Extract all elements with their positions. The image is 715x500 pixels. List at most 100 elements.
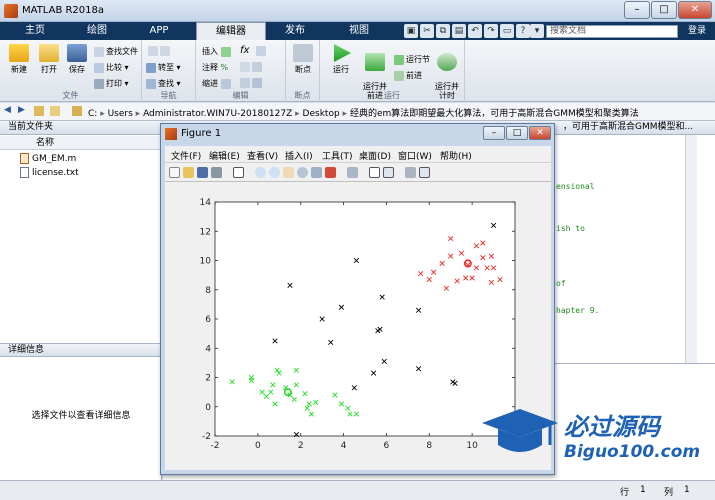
zoom-in-icon[interactable] [255, 167, 266, 178]
quick-copy-icon[interactable]: ⧉ [436, 24, 450, 38]
minimize-button[interactable]: – [624, 1, 650, 19]
figure-close-button[interactable]: ✕ [529, 126, 551, 140]
pan-icon[interactable] [283, 167, 294, 178]
breadcrumb-segment[interactable]: Administrator.WIN7U-20180127Z [143, 109, 292, 119]
group-label-run: 运行 [384, 91, 400, 100]
menu-tools[interactable]: 工具(T) [322, 149, 353, 162]
close-button[interactable]: ✕ [678, 1, 712, 19]
insert-button[interactable]: 插入 [202, 46, 233, 57]
edit-icons-row2[interactable] [240, 62, 264, 72]
compare-button[interactable]: 比较 ▾ [94, 62, 129, 73]
search-documentation-input[interactable]: 搜索文档 [546, 25, 678, 38]
indent-button[interactable]: 缩进 [202, 78, 233, 89]
link-icon[interactable] [347, 167, 358, 178]
quick-save-icon[interactable]: ▣ [404, 24, 418, 38]
y-tick-label: 6 [205, 315, 211, 325]
advance-button[interactable]: 前进 [394, 70, 422, 81]
pointer-icon[interactable] [233, 167, 244, 178]
tab-plots[interactable]: 绘图 [68, 22, 126, 40]
column-header-name[interactable]: 名称 [0, 136, 162, 150]
ribbon-group-edit: 插入 注释 % 缩进 fx 编辑 [196, 40, 286, 102]
colorbar-icon[interactable] [369, 167, 380, 178]
ribbon: 新建 打开 保存 查找文件 比较 ▾ 打印 ▾ 文件 转至 ▾ 查找 ▾ 导航 … [0, 40, 715, 102]
new-icon [9, 44, 29, 62]
svg-text:必过源码: 必过源码 [564, 413, 662, 441]
menu-window[interactable]: 窗口(W) [398, 149, 432, 162]
breakpoints-button[interactable]: 断点 [286, 44, 320, 75]
help-icon[interactable]: ? [516, 24, 530, 38]
save-label: 保存 [69, 65, 85, 74]
switch-windows-icon[interactable]: ▭ [500, 24, 514, 38]
run-button[interactable]: 运行 [324, 44, 358, 75]
tab-apps[interactable]: APP [130, 22, 188, 40]
maximize-button[interactable]: □ [651, 1, 677, 19]
breadcrumb: C: ▸ Users ▸ Administrator.WIN7U-2018012… [88, 109, 639, 119]
format-icon [256, 46, 266, 56]
code-fragment: ensional [556, 182, 595, 191]
menu-view[interactable]: 查看(V) [247, 149, 278, 162]
goto-button[interactable]: 转至 ▾ [146, 62, 181, 73]
zoom-out-icon[interactable] [269, 167, 280, 178]
ribbon-group-navigate: 转至 ▾ 查找 ▾ 导航 [142, 40, 196, 102]
redo-icon[interactable]: ↷ [484, 24, 498, 38]
menu-file[interactable]: 文件(F) [171, 149, 201, 162]
goto-icon [146, 62, 156, 73]
run-section-button[interactable]: 运行节 [394, 54, 430, 65]
edit-icons-row3[interactable] [240, 78, 264, 88]
menu-edit[interactable]: 编辑(E) [209, 149, 240, 162]
breadcrumb-segment[interactable]: Users [108, 109, 133, 119]
browse-folder-icon[interactable] [50, 106, 60, 116]
menu-help[interactable]: 帮助(H) [440, 149, 472, 162]
figure-maximize-button[interactable]: □ [506, 126, 528, 140]
tab-publish[interactable]: 发布 [266, 22, 324, 40]
y-tick-label: 12 [200, 227, 211, 237]
run-advance-icon [365, 53, 385, 71]
back-icon[interactable]: ◀ [4, 105, 11, 115]
qa-dropdown-icon[interactable]: ▾ [530, 24, 544, 38]
col-label: 列 [664, 488, 674, 498]
nav-arrows[interactable] [148, 46, 172, 56]
file-name: license.txt [32, 168, 79, 178]
find-button[interactable]: 查找 ▾ [146, 78, 181, 89]
print-button[interactable]: 打印 ▾ [94, 78, 129, 89]
menu-insert[interactable]: 插入(I) [285, 149, 313, 162]
breadcrumb-segment[interactable]: C: [88, 109, 97, 119]
indent-icon [220, 78, 231, 89]
tab-editor[interactable]: 编辑器 [196, 22, 266, 40]
login-link[interactable]: 登录 [682, 22, 712, 40]
insert-function-button[interactable]: fx [240, 45, 249, 56]
window-title: MATLAB R2018a [22, 5, 105, 16]
menu-desktop[interactable]: 桌面(D) [359, 149, 391, 162]
edit-icons-row1[interactable] [256, 46, 268, 56]
file-row[interactable]: GM_EM.m [20, 153, 76, 164]
up-folder-icon[interactable] [34, 106, 44, 116]
print-icon[interactable] [211, 167, 222, 178]
find-files-button[interactable]: 查找文件 [94, 46, 138, 57]
tab-view[interactable]: 视图 [330, 22, 388, 40]
quick-paste-icon[interactable]: ▤ [452, 24, 466, 38]
save-button[interactable]: 保存 [60, 44, 94, 75]
file-row[interactable]: license.txt [20, 167, 79, 178]
open-icon[interactable] [183, 167, 194, 178]
quick-cut-icon[interactable]: ✂ [420, 24, 434, 38]
breadcrumb-segment[interactable]: Desktop [303, 109, 340, 119]
hide-plot-tools-icon[interactable] [405, 167, 416, 178]
new-button[interactable]: 新建 [2, 44, 36, 75]
forward-icon[interactable]: ▶ [18, 105, 25, 115]
data-cursor-icon[interactable] [311, 167, 322, 178]
comment-button[interactable]: 注释 % [202, 62, 228, 73]
save-icon[interactable] [197, 167, 208, 178]
editor-scrollbar[interactable] [685, 135, 697, 363]
compare-icon [94, 62, 104, 73]
ribbon-group-file: 新建 打开 保存 查找文件 比较 ▾ 打印 ▾ 文件 [0, 40, 142, 102]
undo-icon[interactable]: ↶ [468, 24, 482, 38]
rotate-icon[interactable] [297, 167, 308, 178]
breadcrumb-segment[interactable]: 经典的em算法即期望最大化算法，可用于高斯混合GMM模型和聚类算法 [350, 109, 639, 119]
tab-home[interactable]: 主页 [6, 22, 64, 40]
figure-minimize-button[interactable]: – [483, 126, 505, 140]
brush-icon[interactable] [325, 167, 336, 178]
new-figure-icon[interactable] [169, 167, 180, 178]
percent-icon: % [220, 63, 229, 72]
legend-icon[interactable] [383, 167, 394, 178]
show-plot-tools-icon[interactable] [419, 167, 430, 178]
